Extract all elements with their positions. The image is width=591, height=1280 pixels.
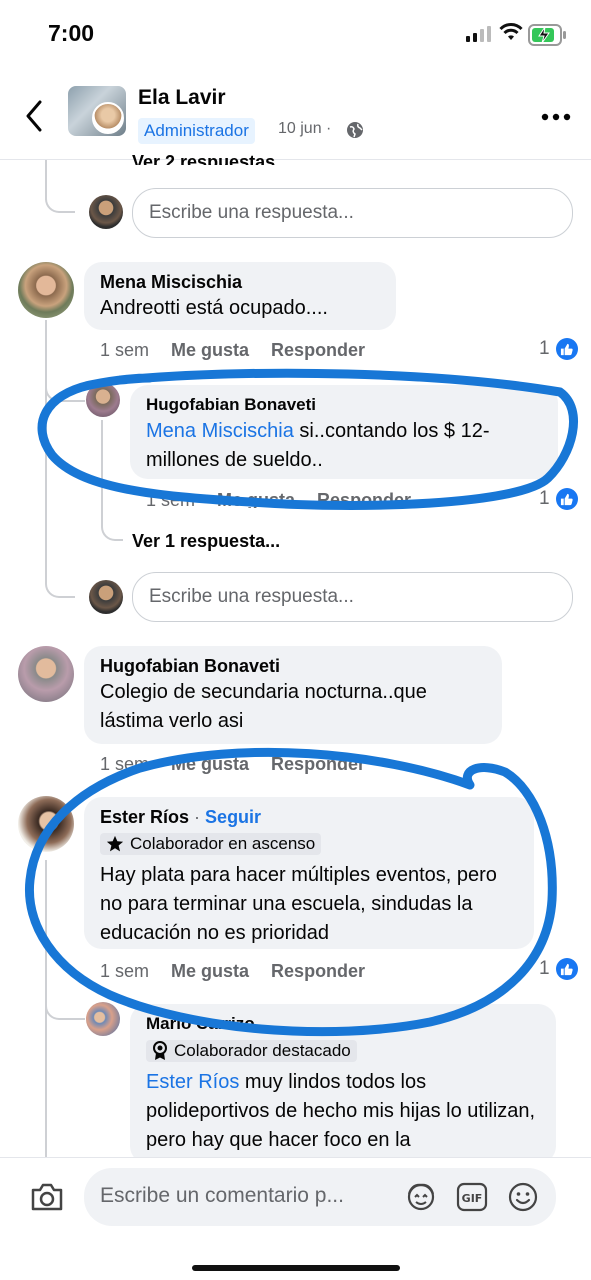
camera-icon[interactable] <box>30 1182 64 1212</box>
reply-input[interactable]: Escribe una respuesta... <box>132 188 573 238</box>
mention-link[interactable]: Ester Ríos <box>146 1071 239 1093</box>
commenter-avatar[interactable] <box>18 262 74 318</box>
commenter-avatar[interactable] <box>18 796 74 852</box>
battery-charging-icon <box>528 24 566 46</box>
reply-bubble: Mario Carrizo Colaborador destacado Este… <box>130 1004 556 1164</box>
view-replies-link[interactable]: Ver 2 respuestas... <box>132 143 290 165</box>
comment-input-placeholder: Escribe un comentario p... <box>100 1184 344 1207</box>
reaction-count-value: 1 <box>539 488 550 509</box>
reply-button[interactable]: Responder <box>271 340 365 361</box>
reply-author-avatar[interactable] <box>86 1002 120 1036</box>
thread-elbow <box>45 560 75 598</box>
comment-author[interactable]: Mena Miscischia <box>100 270 380 294</box>
separator: · <box>189 807 206 827</box>
reply-reaction-count[interactable]: 1 <box>539 488 578 510</box>
wifi-icon <box>499 23 523 40</box>
comment-time: 1 sem <box>100 754 150 774</box>
reply-input[interactable]: Escribe una respuesta... <box>132 572 573 622</box>
status-bar: 7:00 <box>0 0 591 72</box>
like-button[interactable]: Me gusta <box>171 340 249 361</box>
more-options-icon[interactable] <box>541 112 571 122</box>
badge-label: Colaborador destacado <box>174 1041 351 1060</box>
thread-line <box>45 320 47 560</box>
reply-author[interactable]: Mario Carrizo <box>146 1012 540 1036</box>
author-avatar[interactable] <box>68 86 126 136</box>
reaction-count[interactable]: 1 <box>539 958 578 980</box>
thread-elbow <box>45 185 75 213</box>
comment-actions: 1 sem Me gusta Responder <box>100 961 365 982</box>
reply-button[interactable]: Responder <box>271 754 365 775</box>
avatar-sticker-icon[interactable] <box>404 1182 438 1212</box>
comment-composer-bar: Escribe un comentario p... GIF <box>0 1157 591 1280</box>
like-button[interactable]: Me gusta <box>171 961 249 982</box>
contributor-badge: Colaborador en ascenso <box>100 833 322 855</box>
contributor-badge: Colaborador destacado <box>146 1040 357 1062</box>
star-icon <box>106 835 124 852</box>
gif-icon[interactable]: GIF <box>456 1182 488 1212</box>
current-user-avatar <box>89 195 123 229</box>
emoji-icon[interactable] <box>507 1182 539 1212</box>
status-time: 7:00 <box>48 20 95 46</box>
like-button[interactable]: Me gusta <box>171 754 249 775</box>
reaction-count[interactable]: 1 <box>539 338 578 360</box>
post-date: 10 jun · <box>278 120 332 137</box>
author-name[interactable]: Ela Lavir <box>138 86 226 110</box>
badge-label: Colaborador en ascenso <box>130 834 316 853</box>
comment-input[interactable]: Escribe un comentario p... GIF <box>84 1168 556 1226</box>
current-user-avatar <box>89 580 123 614</box>
like-thumb-icon <box>555 958 578 980</box>
post-header: Ela Lavir Administrador 10 jun · <box>0 72 591 160</box>
mention-link[interactable]: Mena Miscischia <box>146 420 294 442</box>
comment-text: Hay plata para hacer múltiples eventos, … <box>100 864 497 944</box>
view-more-replies-link[interactable]: Ver 1 respuesta... <box>132 531 280 552</box>
comment-text: Colegio de secundaria nocturna..que lást… <box>100 681 427 732</box>
globe-icon <box>347 122 363 138</box>
medal-icon <box>153 1041 167 1060</box>
reply-time: 1 sem <box>146 490 196 508</box>
reply-author[interactable]: Hugofabian Bonaveti <box>146 393 542 417</box>
reply-reply-button[interactable]: Responder <box>317 490 411 508</box>
reply-actions: 1 sem Me gusta Responder <box>146 490 411 508</box>
reply-bubble: Hugofabian Bonaveti Mena Miscischia si..… <box>130 385 558 479</box>
reaction-count-value: 1 <box>539 338 550 359</box>
like-thumb-icon <box>555 338 578 360</box>
admin-badge: Administrador <box>138 118 255 144</box>
thread-elbow <box>45 990 85 1020</box>
reply-button[interactable]: Responder <box>271 961 365 982</box>
commenter-avatar[interactable] <box>18 646 74 702</box>
thread-elbow <box>101 505 123 541</box>
comment-author[interactable]: Ester Ríos <box>100 807 189 827</box>
back-chevron-icon[interactable] <box>22 98 46 134</box>
comment-bubble: Ester Ríos · Seguir Colaborador en ascen… <box>84 797 534 949</box>
comment-time: 1 sem <box>100 340 150 360</box>
comment-text: Andreotti está ocupado.... <box>100 297 328 319</box>
reply-like-button[interactable]: Me gusta <box>217 490 295 508</box>
cellular-signal-icon <box>466 26 491 42</box>
thread-elbow <box>45 372 85 402</box>
comment-author[interactable]: Hugofabian Bonaveti <box>100 654 486 678</box>
like-thumb-icon <box>555 488 578 510</box>
comment-bubble: Hugofabian Bonaveti Colegio de secundari… <box>84 646 502 744</box>
comment-bubble: Mena Miscischia Andreotti está ocupado..… <box>84 262 396 330</box>
comment-actions: 1 sem Me gusta Responder <box>100 340 365 361</box>
home-indicator <box>192 1265 400 1271</box>
reaction-count-value: 1 <box>539 958 550 979</box>
comment-time: 1 sem <box>100 961 150 981</box>
reply-author-avatar[interactable] <box>86 383 120 417</box>
comment-actions: 1 sem Me gusta Responder <box>100 754 365 775</box>
svg-text:GIF: GIF <box>462 1192 483 1205</box>
follow-button[interactable]: Seguir <box>205 807 261 827</box>
